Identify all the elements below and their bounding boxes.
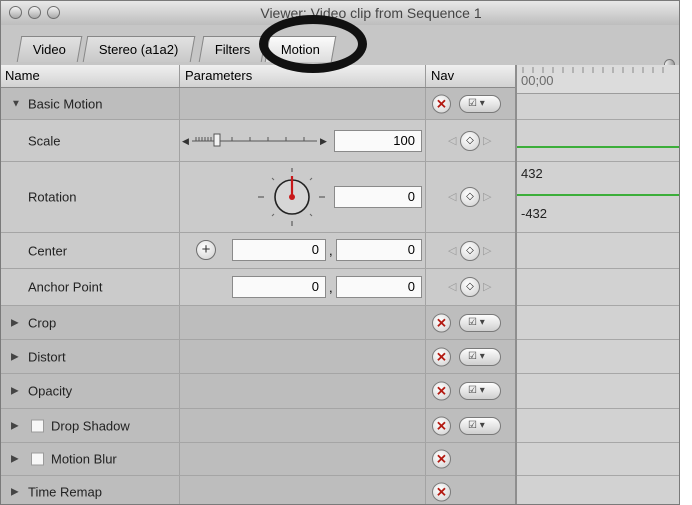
row-drop-shadow: ▶ Drop Shadow ✕ ☑ ▾ [1,409,515,443]
motion-parameters-panel: Name Parameters Nav ▼ Basic Motion ✕ ☑ ▾… [1,65,517,504]
column-nav: Nav [431,68,455,83]
prev-keyframe-icon[interactable]: ◁ [448,280,456,293]
rotation-keyframe-line [517,194,679,196]
add-keyframe-button[interactable]: ◇ [460,240,480,261]
keyframe-navigator: ◁ ◇ ▷ [446,186,506,208]
row-time-remap: ▶ Time Remap ✕ [1,476,515,504]
prev-keyframe-icon[interactable]: ◁ [448,134,456,147]
scale-field[interactable]: 100 [334,130,422,152]
keyframe-navigator: ◁ ◇ ▷ [446,130,506,152]
center-x-field[interactable]: 0 [232,239,326,261]
disclosure-triangle-icon[interactable]: ▼ [11,98,21,109]
minimize-window-button[interactable] [28,6,41,19]
timeline-row [517,374,679,409]
column-name: Name [5,68,40,83]
center-y-field[interactable]: 0 [336,239,422,261]
row-rotation: Rotation 0 ◁ ◇ ▷ [1,162,515,233]
viewer-window: Viewer: Video clip from Sequence 1 Video… [0,0,680,505]
check-menu-popup[interactable]: ☑ ▾ [459,347,501,366]
tab-video[interactable]: Video [16,36,83,62]
next-keyframe-icon[interactable]: ▷ [483,134,491,147]
tab-stereo[interactable]: Stereo (a1a2) [82,36,195,62]
disclosure-triangle-icon[interactable]: ▶ [11,454,19,465]
timeline-row [517,409,679,443]
rotation-min-label: -432 [521,206,548,221]
reset-x-icon[interactable]: ✕ [432,347,451,366]
reset-x-icon[interactable]: ✕ [432,313,451,332]
timeline-row [517,233,679,269]
timeline-row [517,476,679,504]
drop-shadow-checkbox[interactable] [31,419,44,432]
center-crosshair-button[interactable]: + [196,240,216,260]
add-keyframe-button[interactable]: ◇ [460,187,480,207]
motion-blur-checkbox[interactable] [31,452,44,466]
row-distort: ▶ Distort ✕ ☑ ▾ [1,340,515,374]
close-window-button[interactable] [9,6,22,19]
svg-text:▶: ▶ [320,137,327,147]
reset-x-icon[interactable]: ✕ [432,94,451,113]
next-keyframe-icon[interactable]: ▷ [483,244,491,257]
timeline-row [517,306,679,340]
timecode: 00;00 [521,73,554,88]
title-bar: Viewer: Video clip from Sequence 1 [1,1,679,26]
keyframe-navigator: ◁ ◇ ▷ [446,240,506,262]
timeline-row [517,340,679,374]
reset-x-icon[interactable]: ✕ [432,416,451,435]
reset-x-icon[interactable]: ✕ [432,482,451,502]
disclosure-triangle-icon[interactable]: ▶ [11,317,19,328]
timeline-row [517,120,679,162]
prev-keyframe-icon[interactable]: ◁ [448,190,456,203]
disclosure-triangle-icon[interactable]: ▶ [11,487,19,498]
next-keyframe-icon[interactable]: ▷ [483,280,491,293]
rotation-max-label: 432 [521,166,543,181]
prev-keyframe-icon[interactable]: ◁ [448,244,456,257]
row-motion-blur: ▶ Motion Blur ✕ [1,443,515,476]
scale-slider[interactable]: ◀ ▶ [182,130,332,152]
row-basic-motion: ▼ Basic Motion ✕ ☑ ▾ [1,88,515,120]
reset-x-icon[interactable]: ✕ [432,449,451,469]
anchor-y-field[interactable]: 0 [336,276,422,298]
next-keyframe-icon[interactable]: ▷ [483,190,491,203]
rotation-field[interactable]: 0 [334,186,422,208]
reset-x-icon[interactable]: ✕ [432,381,451,401]
disclosure-triangle-icon[interactable]: ▶ [11,386,19,397]
timeline-row: 432 -432 [517,162,679,233]
keyframe-navigator: ◁ ◇ ▷ [446,276,506,298]
check-menu-popup[interactable]: ☑ ▾ [459,382,501,400]
add-keyframe-button[interactable]: ◇ [460,277,480,297]
add-keyframe-button[interactable]: ◇ [460,130,480,151]
disclosure-triangle-icon[interactable]: ▶ [11,420,19,431]
disclosure-triangle-icon[interactable]: ▶ [11,351,19,362]
timeline-row [517,443,679,476]
scale-keyframe-line [517,146,679,148]
rotation-dial[interactable] [252,168,332,226]
timeline-ruler[interactable]: 00;00 [517,65,679,94]
zoom-window-button[interactable] [47,6,60,19]
tab-filters[interactable]: Filters [198,36,267,62]
row-center: Center + 0 , 0 ◁ ◇ ▷ [1,233,515,269]
row-scale: Scale ◀ ▶ 100 ◁ ◇ ▷ [1,120,515,162]
column-parameters: Parameters [185,68,253,83]
timeline-row [517,97,679,120]
check-menu-popup[interactable]: ☑ ▾ [459,94,501,113]
tab-bar: Video Stereo (a1a2) Filters Motion [1,25,679,81]
column-header: Name Parameters Nav [1,65,515,88]
row-opacity: ▶ Opacity ✕ ☑ ▾ [1,374,515,409]
check-menu-popup[interactable]: ☑ ▾ [459,416,501,435]
row-crop: ▶ Crop ✕ ☑ ▾ [1,306,515,340]
row-anchor-point: Anchor Point 0 , 0 ◁ ◇ ▷ [1,269,515,306]
window-title: Viewer: Video clip from Sequence 1 [260,5,482,21]
keyframe-timeline[interactable]: 00;00 432 -432 [517,65,679,504]
tab-motion[interactable]: Motion [264,36,337,62]
anchor-x-field[interactable]: 0 [232,276,326,298]
svg-text:◀: ◀ [182,137,189,147]
check-menu-popup[interactable]: ☑ ▾ [459,313,501,332]
timeline-row [517,269,679,306]
